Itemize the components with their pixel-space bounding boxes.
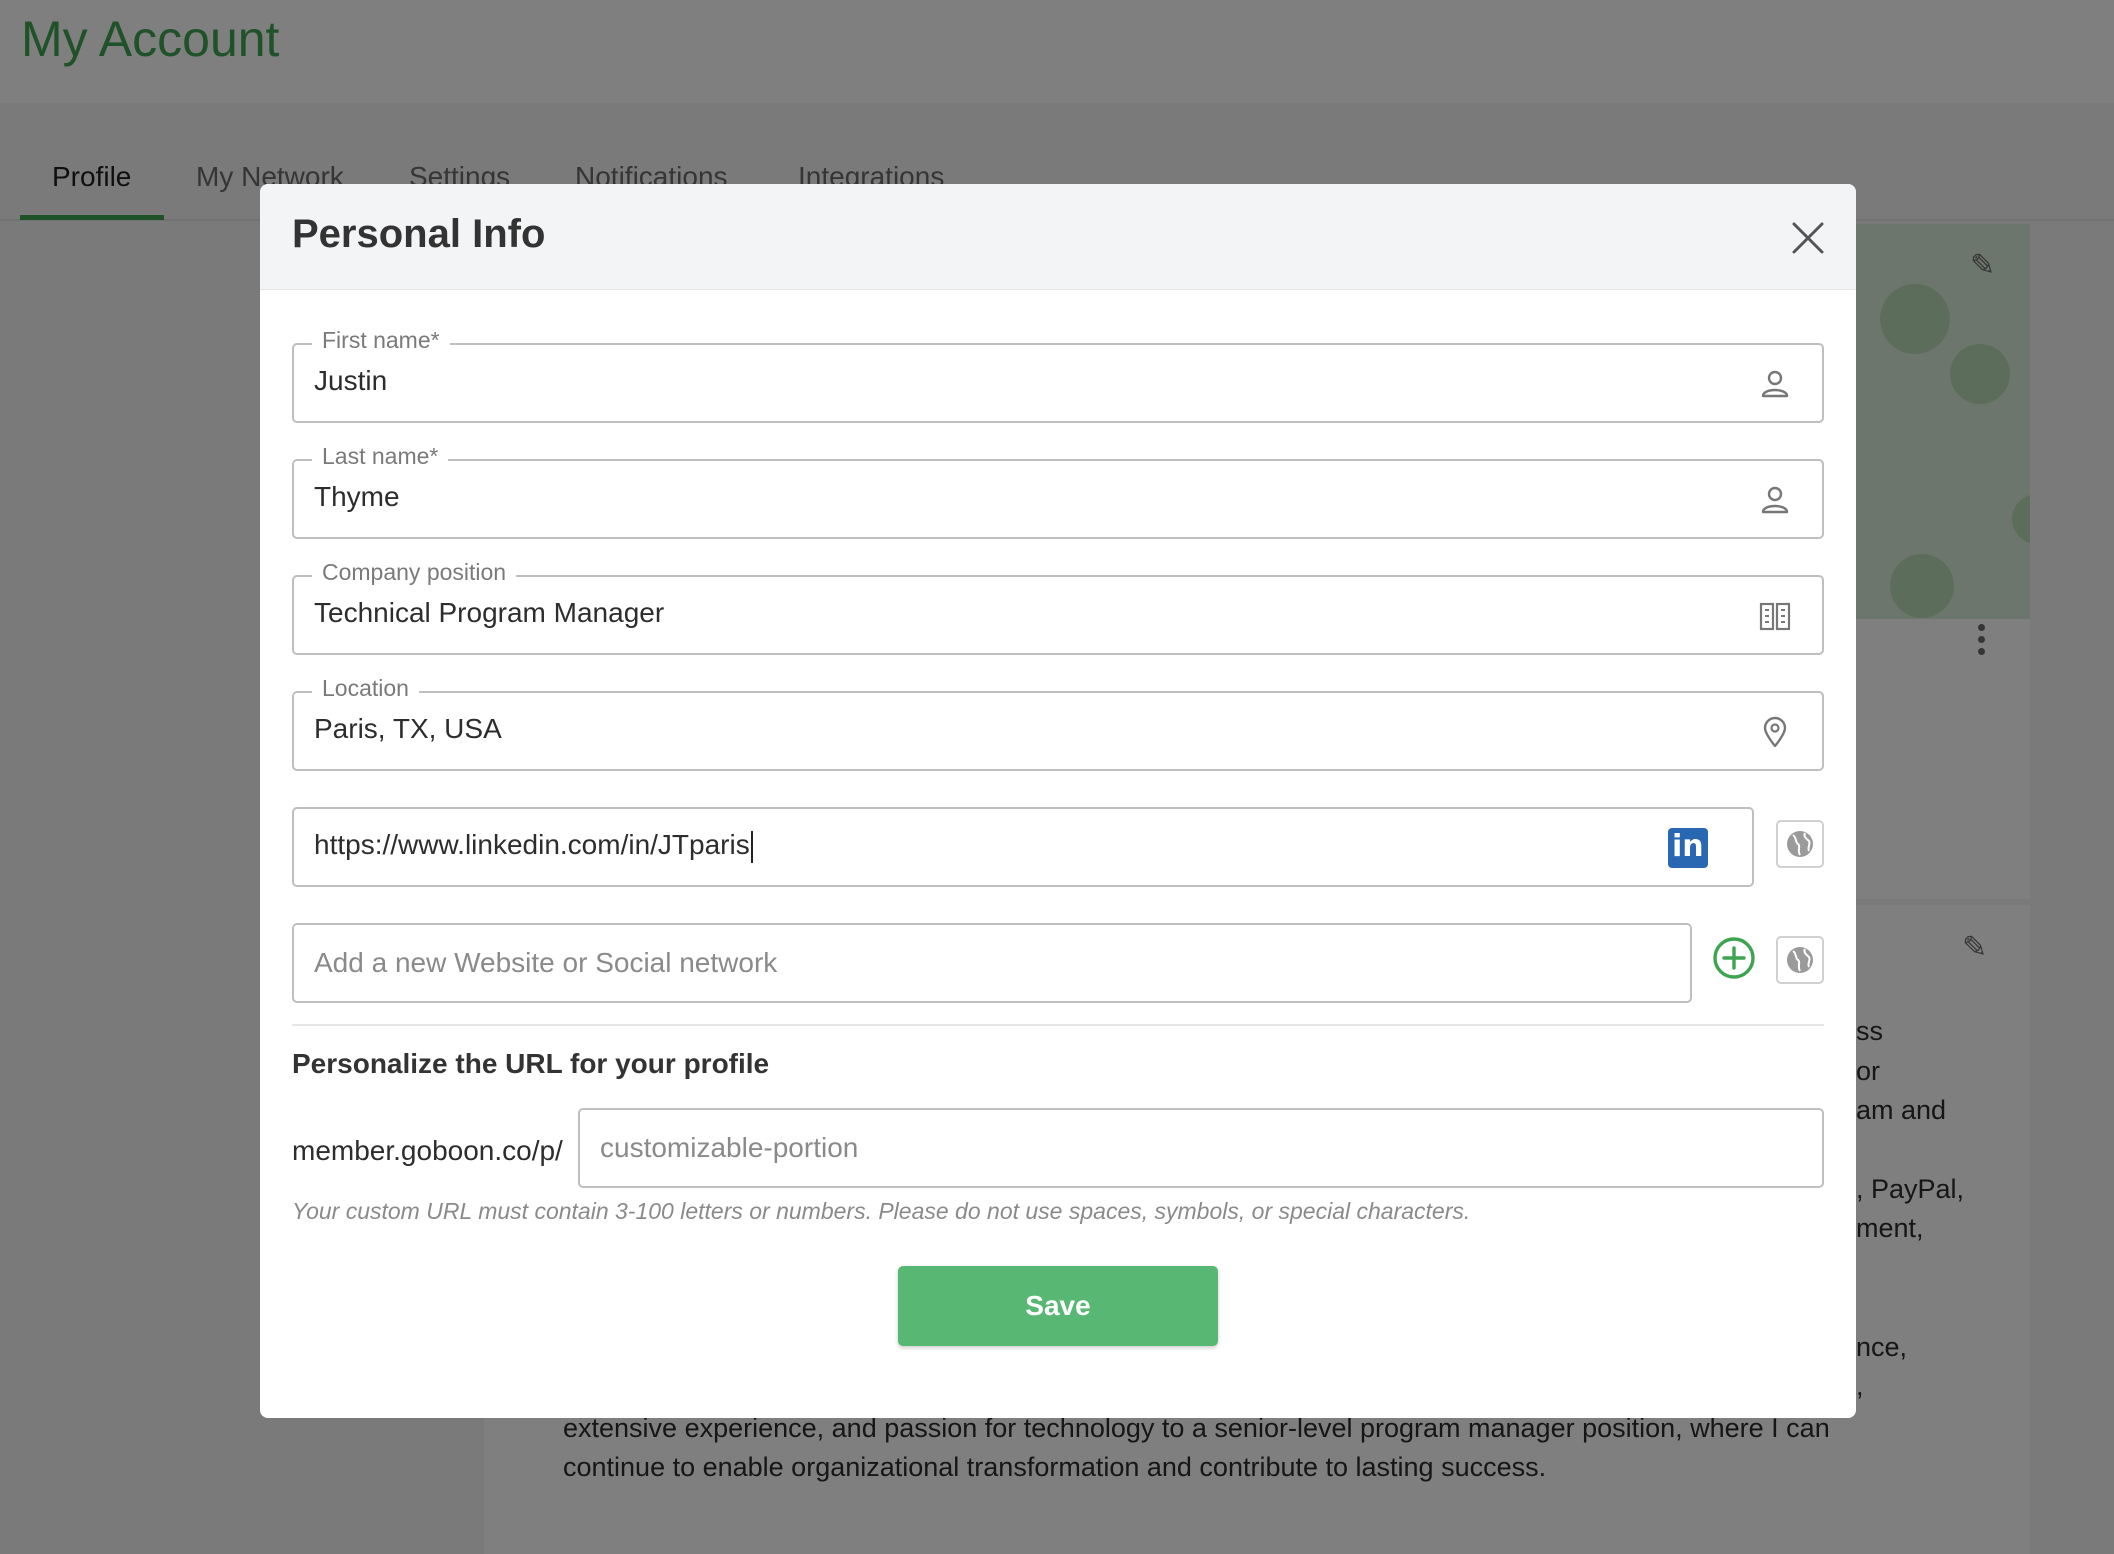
add-website-field[interactable] (292, 923, 1692, 1003)
profile-url-prefix: member.goboon.co/p/ (292, 1135, 563, 1166)
custom-url-input[interactable] (580, 1110, 1822, 1186)
first-name-value[interactable]: Justin (314, 365, 387, 397)
location-value[interactable]: Paris, TX, USA (314, 713, 502, 745)
last-name-field[interactable]: Last name* Thyme (292, 443, 1824, 539)
last-name-value[interactable]: Thyme (314, 481, 400, 513)
globe-icon[interactable] (1776, 936, 1824, 984)
personalize-url-heading: Personalize the URL for your profile (292, 1048, 770, 1079)
linkedin-badge-text: in (1672, 829, 1704, 864)
linkedin-icon: in (1668, 828, 1708, 868)
close-icon[interactable] (1788, 218, 1828, 258)
social-link-value[interactable]: https://www.linkedin.com/in/JTparis (314, 829, 753, 863)
personal-info-modal: Personal Info First name* Justin Last na… (260, 184, 1856, 1418)
company-position-value[interactable]: Technical Program Manager (314, 597, 664, 629)
location-label: Location (312, 675, 419, 702)
company-position-label: Company position (312, 559, 517, 586)
social-link-field[interactable]: https://www.linkedin.com/in/JTparis in (292, 807, 1754, 887)
location-pin-icon (1758, 715, 1792, 749)
building-icon (1758, 599, 1792, 633)
first-name-field[interactable]: First name* Justin (292, 327, 1824, 423)
first-name-label: First name* (312, 327, 450, 354)
add-website-input[interactable] (294, 925, 1690, 1001)
social-link-text: https://www.linkedin.com/in/JTparis (314, 829, 750, 860)
person-icon (1758, 367, 1792, 401)
text-cursor (750, 830, 753, 863)
custom-url-field[interactable] (578, 1108, 1824, 1188)
save-button[interactable]: Save (898, 1266, 1218, 1346)
modal-title: Personal Info (292, 212, 546, 256)
location-field[interactable]: Location Paris, TX, USA (292, 675, 1824, 771)
globe-icon[interactable] (1776, 820, 1824, 868)
company-position-field[interactable]: Company position Technical Program Manag… (292, 559, 1824, 655)
divider (292, 1024, 1824, 1026)
last-name-label: Last name* (312, 443, 449, 470)
modal-header: Personal Info (260, 184, 1856, 290)
custom-url-hint: Your custom URL must contain 3-100 lette… (292, 1198, 1471, 1224)
person-icon (1758, 483, 1792, 517)
plus-circle-icon[interactable] (1712, 936, 1756, 980)
